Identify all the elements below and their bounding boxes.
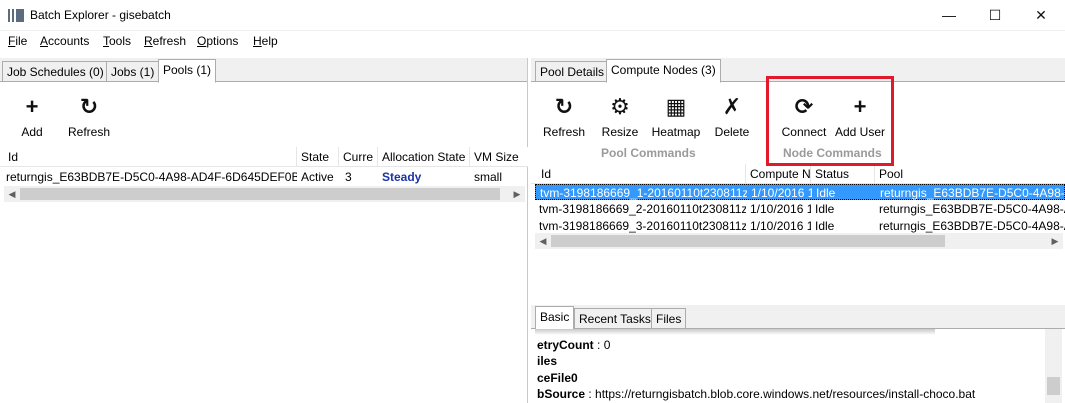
resize-button[interactable]: ⚙ Resize (598, 94, 642, 139)
pool-commands-group-label: Pool Commands (601, 146, 696, 160)
details-panel: etryCount : 0 iles ceFile0 bSource : htt… (535, 329, 1065, 403)
pool-id-cell: returngis_E63BDB7E-D5C0-4A98-AD4F-6D645D… (6, 170, 297, 184)
column-header-status[interactable]: Status (811, 164, 875, 184)
column-header-compute[interactable]: Compute N (746, 164, 811, 184)
column-header-state[interactable]: State (297, 147, 339, 167)
menu-refresh[interactable]: Refresh (144, 34, 186, 48)
scroll-thumb[interactable] (20, 188, 500, 200)
left-tab-strip: Job Schedules (0) Jobs (1) Pools (1) (0, 58, 527, 83)
tab-compute-nodes[interactable]: Compute Nodes (3) (606, 59, 721, 83)
details-vertical-scrollbar[interactable] (1045, 329, 1062, 403)
refresh-icon: ↻ (79, 94, 99, 119)
menu-bar: File Accounts Tools Refresh Options Help (0, 31, 1065, 53)
scroll-left-icon[interactable]: ◀ (4, 186, 20, 202)
gear-icon: ⚙ (610, 94, 630, 119)
tab-files[interactable]: Files (651, 308, 687, 329)
delete-button[interactable]: ✗ Delete (710, 94, 754, 139)
node-id-cell: tvm-3198186669_2-20160110t230811z (539, 202, 746, 216)
detail-files: iles (537, 354, 558, 368)
menu-tools[interactable]: Tools (103, 34, 131, 48)
menu-help[interactable]: Help (253, 34, 278, 48)
add-pool-button[interactable]: + Add (14, 94, 50, 139)
node-pool-cell: returngis_E63BDB7E-D5C0-4A98-A (880, 186, 1065, 200)
heatmap-button[interactable]: ▦ Heatmap (648, 94, 704, 139)
tab-pools[interactable]: Pools (1) (158, 59, 217, 83)
title-bar: Batch Explorer - gisebatch — ☐ ✕ (0, 0, 1065, 31)
pools-grid-header: Id State Curre Allocation State VM Size (0, 147, 528, 167)
refresh-pools-button[interactable]: ↻ Refresh (64, 94, 114, 139)
nodes-grid-header: Id Compute N Status Pool (531, 164, 1065, 184)
tab-basic[interactable]: Basic (535, 306, 575, 330)
node-status-cell: Idle (815, 219, 835, 233)
plus-icon: + (25, 94, 39, 119)
scroll-thumb[interactable] (551, 235, 945, 247)
scroll-left-icon[interactable]: ◀ (535, 233, 551, 249)
column-header-id[interactable]: Id (537, 164, 746, 184)
tab-job-schedules[interactable]: Job Schedules (0) (2, 61, 109, 82)
table-row[interactable]: tvm-3198186669_3-20160110t230811z 1/10/2… (535, 218, 1065, 234)
scroll-right-icon[interactable]: ▶ (509, 186, 525, 202)
app-icon (8, 9, 24, 22)
node-status-cell: Idle (816, 186, 836, 200)
menu-file[interactable]: File (8, 34, 27, 48)
maximize-button[interactable]: ☐ (972, 0, 1018, 31)
table-row[interactable]: tvm-3198186669_2-20160110t230811z 1/10/2… (535, 201, 1065, 217)
clipped-line (535, 329, 935, 335)
refresh-nodes-button[interactable]: ↻ Refresh (539, 94, 589, 139)
node-pool-cell: returngis_E63BDB7E-D5C0-4A98-A (879, 219, 1065, 233)
close-button[interactable]: ✕ (1018, 0, 1064, 31)
pool-current-cell: 3 (345, 170, 352, 184)
column-header-pool[interactable]: Pool (875, 164, 1065, 184)
table-row[interactable]: returngis_E63BDB7E-D5C0-4A98-AD4F-6D645D… (0, 169, 528, 185)
left-panel: Job Schedules (0) Jobs (1) Pools (1) + A… (0, 58, 528, 403)
tab-pool-details[interactable]: Pool Details (535, 61, 610, 82)
table-row[interactable]: tvm-3198186669_1-20160110t230811z 1/10/2… (535, 184, 1065, 200)
tab-jobs[interactable]: Jobs (1) (106, 61, 160, 82)
pool-vm-size-cell: small (474, 170, 503, 184)
scroll-thumb[interactable] (1047, 377, 1060, 395)
pool-state-cell: Active (301, 170, 334, 184)
detail-blob-source: bSource : https://returngisbatch.blob.co… (537, 387, 976, 401)
detail-retry-count: etryCount : 0 (537, 338, 611, 352)
menu-options[interactable]: Options (197, 34, 238, 48)
node-id-cell: tvm-3198186669_1-20160110t230811z (540, 186, 747, 200)
node-compute-cell: 1/10/2016 1 (751, 186, 812, 200)
scroll-right-icon[interactable]: ▶ (1047, 233, 1063, 249)
refresh-icon: ↻ (554, 94, 574, 119)
menu-accounts[interactable]: Accounts (40, 34, 89, 48)
window-title: Batch Explorer - gisebatch (30, 8, 171, 22)
node-pool-cell: returngis_E63BDB7E-D5C0-4A98-A (879, 202, 1065, 216)
column-header-allocation-state[interactable]: Allocation State (378, 147, 470, 167)
minimize-button[interactable]: — (926, 0, 972, 31)
node-id-cell: tvm-3198186669_3-20160110t230811z (539, 219, 746, 233)
nodes-horizontal-scrollbar[interactable]: ◀ ▶ (535, 233, 1063, 249)
node-compute-cell: 1/10/2016 1 (750, 219, 811, 233)
column-header-vm-size[interactable]: VM Size (470, 147, 528, 167)
details-tab-strip: Basic Recent Tasks Files (531, 305, 1065, 330)
detail-resource-file: ceFile0 (537, 371, 578, 385)
node-compute-cell: 1/10/2016 1 (750, 202, 811, 216)
heatmap-icon: ▦ (665, 94, 687, 119)
trash-icon: ✗ (722, 94, 742, 119)
column-header-id[interactable]: Id (4, 147, 297, 167)
tab-recent-tasks[interactable]: Recent Tasks (574, 308, 656, 329)
column-header-current[interactable]: Curre (339, 147, 378, 167)
node-commands-highlight-box (766, 76, 894, 166)
pools-horizontal-scrollbar[interactable]: ◀ ▶ (4, 186, 525, 202)
pool-allocation-cell: Steady (382, 170, 422, 184)
node-status-cell: Idle (815, 202, 835, 216)
